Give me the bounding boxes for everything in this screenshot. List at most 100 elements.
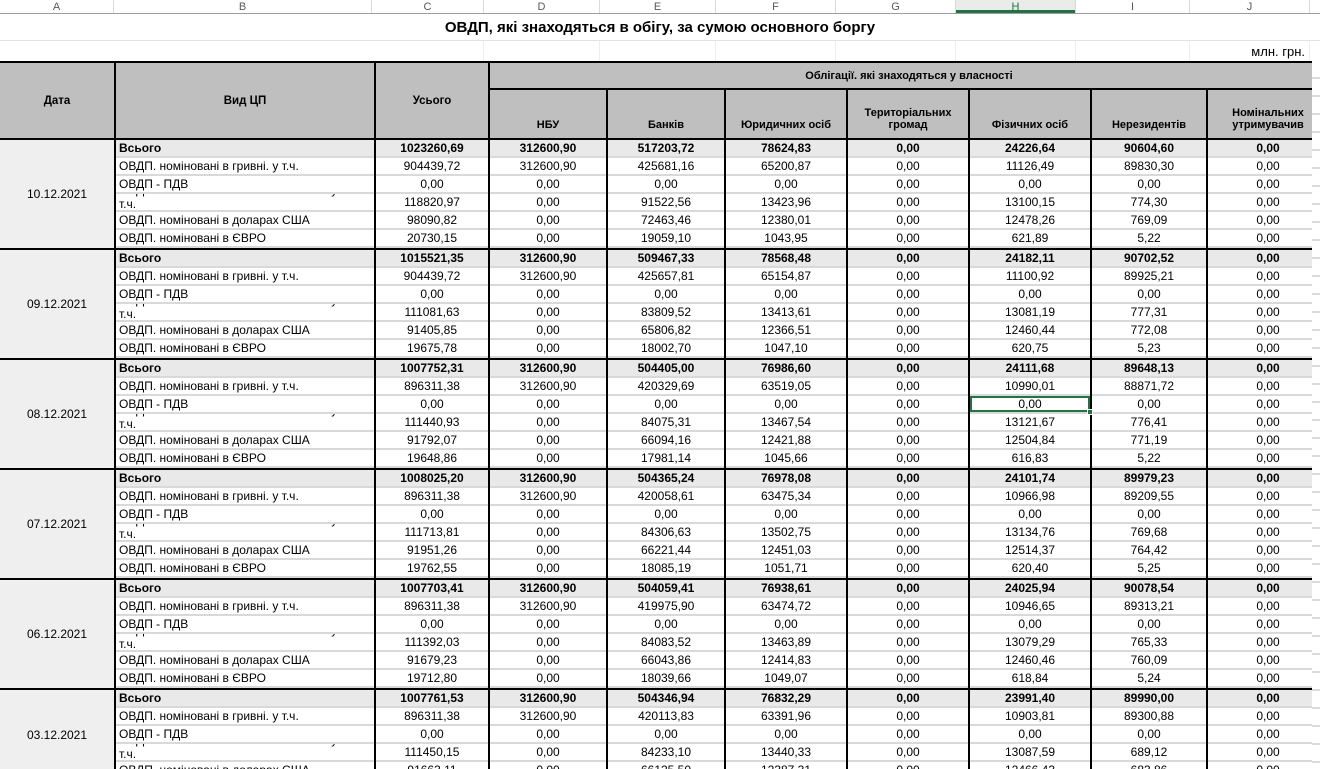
value-cell[interactable]: 88871,72 [1092, 378, 1206, 396]
value-cell[interactable]: 1047,10 [726, 340, 846, 358]
value-cell[interactable]: 0,00 [848, 286, 968, 304]
value-cell[interactable]: 13079,29 [970, 634, 1090, 652]
value-cell[interactable]: 5,22 [1092, 230, 1206, 248]
value-cell[interactable]: 419975,90 [608, 598, 724, 616]
value-cell[interactable]: 5,22 [1092, 450, 1206, 468]
value-cell[interactable]: 0,00 [848, 212, 968, 230]
value-cell[interactable]: 12460,46 [970, 652, 1090, 670]
date-cell[interactable]: 07.12.2021 [0, 470, 114, 578]
value-cell[interactable]: 24226,64 [970, 140, 1090, 158]
value-cell[interactable]: 84083,52 [608, 634, 724, 652]
value-cell[interactable]: 0,00 [848, 396, 968, 414]
value-cell[interactable]: 0,00 [1208, 726, 1320, 744]
value-cell[interactable]: 0,00 [1208, 212, 1320, 230]
value-cell[interactable]: 0,00 [848, 542, 968, 560]
row-label[interactable]: Всього [116, 470, 374, 488]
value-cell[interactable]: 0,00 [490, 670, 606, 688]
sheet-title[interactable]: ОВДП, які знаходяться в обігу, за сумою … [445, 19, 875, 36]
value-cell[interactable]: 420058,61 [608, 488, 724, 506]
row-label[interactable]: Всього [116, 140, 374, 158]
value-cell[interactable]: 764,42 [1092, 542, 1206, 560]
value-cell[interactable]: 1008025,20 [376, 470, 488, 488]
value-cell[interactable]: 10903,81 [970, 708, 1090, 726]
value-cell[interactable]: 312600,90 [490, 360, 606, 378]
value-cell[interactable]: 0,00 [1208, 360, 1320, 378]
header-total[interactable]: Усього [376, 63, 488, 138]
value-cell[interactable]: 12366,51 [726, 322, 846, 340]
value-cell[interactable]: 18002,70 [608, 340, 724, 358]
value-cell[interactable]: 0,00 [1208, 414, 1320, 432]
value-cell[interactable]: 111713,81 [376, 524, 488, 542]
value-cell[interactable]: 0,00 [970, 286, 1090, 304]
value-cell[interactable]: 0,00 [1208, 690, 1320, 708]
value-cell[interactable]: 896311,38 [376, 378, 488, 396]
row-label[interactable]: ОВДП. номіновані в гривні. у т.ч. [116, 268, 374, 286]
value-cell[interactable]: 13467,54 [726, 414, 846, 432]
value-cell[interactable]: 0,00 [848, 194, 968, 212]
value-cell[interactable]: 0,00 [608, 286, 724, 304]
value-cell[interactable]: 23991,40 [970, 690, 1090, 708]
value-cell[interactable]: 1007761,53 [376, 690, 488, 708]
value-cell[interactable]: 0,00 [1208, 304, 1320, 322]
value-cell[interactable]: 0,00 [726, 396, 846, 414]
value-cell[interactable]: 896311,38 [376, 598, 488, 616]
value-cell[interactable]: 111450,15 [376, 744, 488, 762]
value-cell[interactable]: 0,00 [1208, 194, 1320, 212]
value-cell[interactable]: 0,00 [490, 322, 606, 340]
value-cell[interactable]: 0,00 [1208, 450, 1320, 468]
value-cell[interactable]: 89979,23 [1092, 470, 1206, 488]
value-cell[interactable]: 425681,16 [608, 158, 724, 176]
value-cell[interactable]: 0,00 [848, 708, 968, 726]
column-header-E[interactable]: E [600, 0, 716, 13]
value-cell[interactable]: 0,00 [848, 726, 968, 744]
value-cell[interactable]: 0,00 [1208, 542, 1320, 560]
value-cell[interactable]: 312600,90 [490, 488, 606, 506]
value-cell[interactable]: 0,00 [726, 506, 846, 524]
value-cell[interactable]: 20730,15 [376, 230, 488, 248]
value-cell[interactable]: 63391,96 [726, 708, 846, 726]
row-label[interactable]: ОВДП. номіновані в доларах США [116, 762, 374, 769]
value-cell[interactable]: 12451,03 [726, 542, 846, 560]
header-kind[interactable]: Вид ЦП [116, 63, 374, 138]
value-cell[interactable]: 0,00 [376, 396, 488, 414]
row-label[interactable]: ОВДП. номіновані в доларах США [116, 542, 374, 560]
value-cell[interactable]: 91679,23 [376, 652, 488, 670]
value-cell[interactable]: 63475,34 [726, 488, 846, 506]
row-label-clipped[interactable]: ОВДП. номіновані в іноземній валюті. ут.… [116, 194, 374, 212]
column-header-I[interactable]: I [1076, 0, 1190, 13]
value-cell[interactable]: 1051,71 [726, 560, 846, 578]
value-cell[interactable]: 11126,49 [970, 158, 1090, 176]
value-cell[interactable]: 66043,86 [608, 652, 724, 670]
value-cell[interactable]: 0,00 [970, 726, 1090, 744]
row-label-clipped[interactable]: ОВДП. номіновані в іноземній валюті. ут.… [116, 744, 374, 762]
date-cell[interactable]: 10.12.2021 [0, 140, 114, 248]
value-cell[interactable]: 0,00 [848, 250, 968, 268]
value-cell[interactable]: 769,68 [1092, 524, 1206, 542]
value-cell[interactable]: 0,00 [490, 396, 606, 414]
value-cell[interactable]: 1007703,41 [376, 580, 488, 598]
header-owner-nominal-holders[interactable]: Номінальних утримувачив [1208, 90, 1320, 138]
row-label[interactable]: ОВДП. номіновані в гривні. у т.ч. [116, 488, 374, 506]
column-header-B[interactable]: B [114, 0, 372, 13]
value-cell[interactable]: 0,00 [726, 176, 846, 194]
row-label[interactable]: ОВДП. номіновані в гривні. у т.ч. [116, 158, 374, 176]
value-cell[interactable]: 0,00 [1208, 322, 1320, 340]
value-cell[interactable]: 0,00 [376, 286, 488, 304]
value-cell[interactable]: 0,00 [848, 690, 968, 708]
value-cell[interactable]: 0,00 [848, 616, 968, 634]
value-cell[interactable]: 0,00 [490, 762, 606, 769]
value-cell[interactable]: 0,00 [1208, 158, 1320, 176]
value-cell[interactable]: 65200,87 [726, 158, 846, 176]
header-owner-nonresidents[interactable]: Нерезидентів [1092, 90, 1206, 138]
value-cell[interactable]: 0,00 [848, 670, 968, 688]
value-cell[interactable]: 84306,63 [608, 524, 724, 542]
header-owner-individuals[interactable]: Фізичних осіб [970, 90, 1090, 138]
value-cell[interactable]: 0,00 [1092, 506, 1206, 524]
value-cell[interactable]: 0,00 [1208, 762, 1320, 769]
value-cell[interactable]: 0,00 [490, 340, 606, 358]
value-cell[interactable]: 0,00 [848, 414, 968, 432]
value-cell[interactable]: 769,09 [1092, 212, 1206, 230]
value-cell[interactable]: 0,00 [848, 524, 968, 542]
value-cell[interactable]: 89313,21 [1092, 598, 1206, 616]
value-cell[interactable]: 312600,90 [490, 250, 606, 268]
